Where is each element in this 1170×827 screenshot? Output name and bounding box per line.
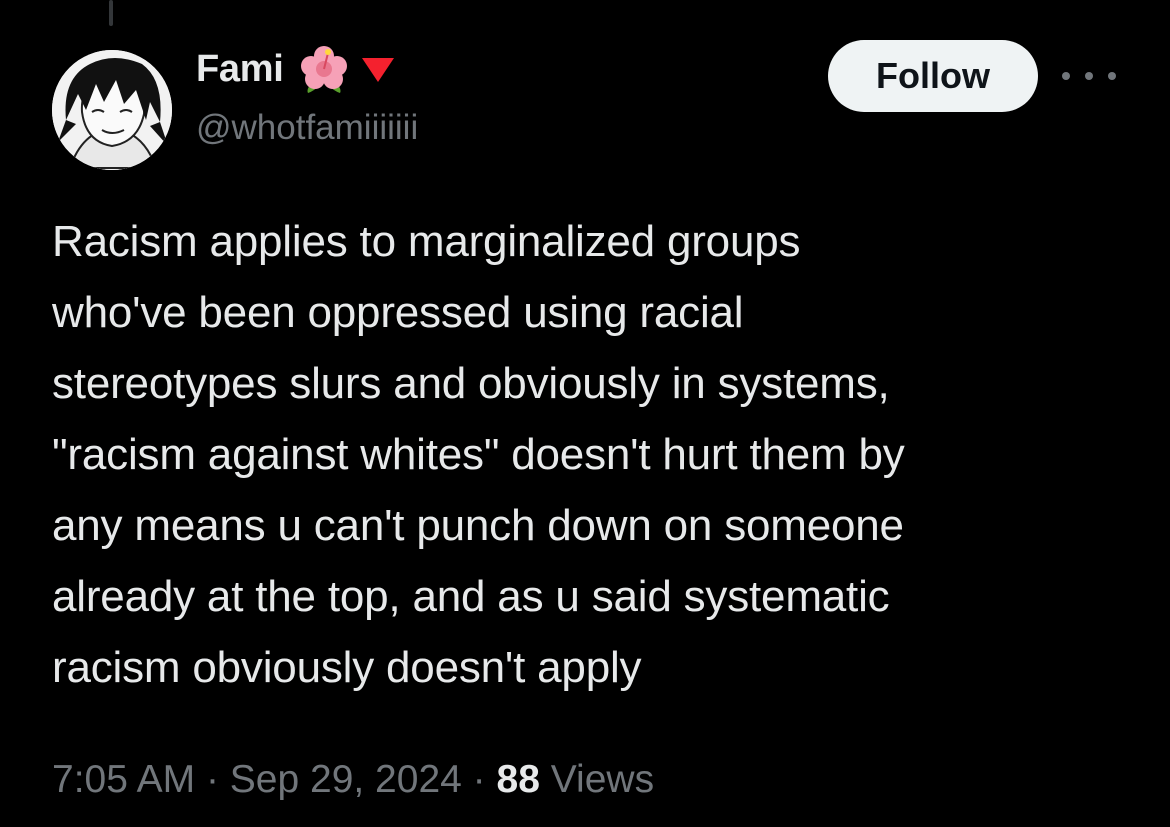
author-handle[interactable]: @whotfamiiiiiii (196, 108, 418, 148)
thread-connector-line (109, 0, 113, 26)
tweet-date[interactable]: Sep 29, 2024 (230, 758, 462, 801)
meta-separator: · (472, 758, 486, 801)
tweet-text: Racism applies to marginalized groups wh… (52, 217, 905, 692)
avatar[interactable] (52, 50, 172, 170)
red-triangle-down-icon (360, 54, 396, 84)
views-count[interactable]: 88 (497, 758, 540, 801)
follow-button[interactable]: Follow (828, 40, 1038, 112)
tweet-metadata: 7:05 AM · Sep 29, 2024 · 88 Views (52, 758, 654, 802)
hibiscus-icon (298, 43, 350, 95)
more-horizontal-icon[interactable] (1062, 60, 1116, 92)
author-display-name[interactable]: Fami (196, 48, 284, 91)
author-name-row[interactable]: Fami (196, 44, 396, 94)
tweet-time[interactable]: 7:05 AM (52, 758, 195, 801)
views-label: Views (550, 758, 655, 801)
avatar-image (52, 50, 172, 170)
meta-separator: · (205, 758, 219, 801)
